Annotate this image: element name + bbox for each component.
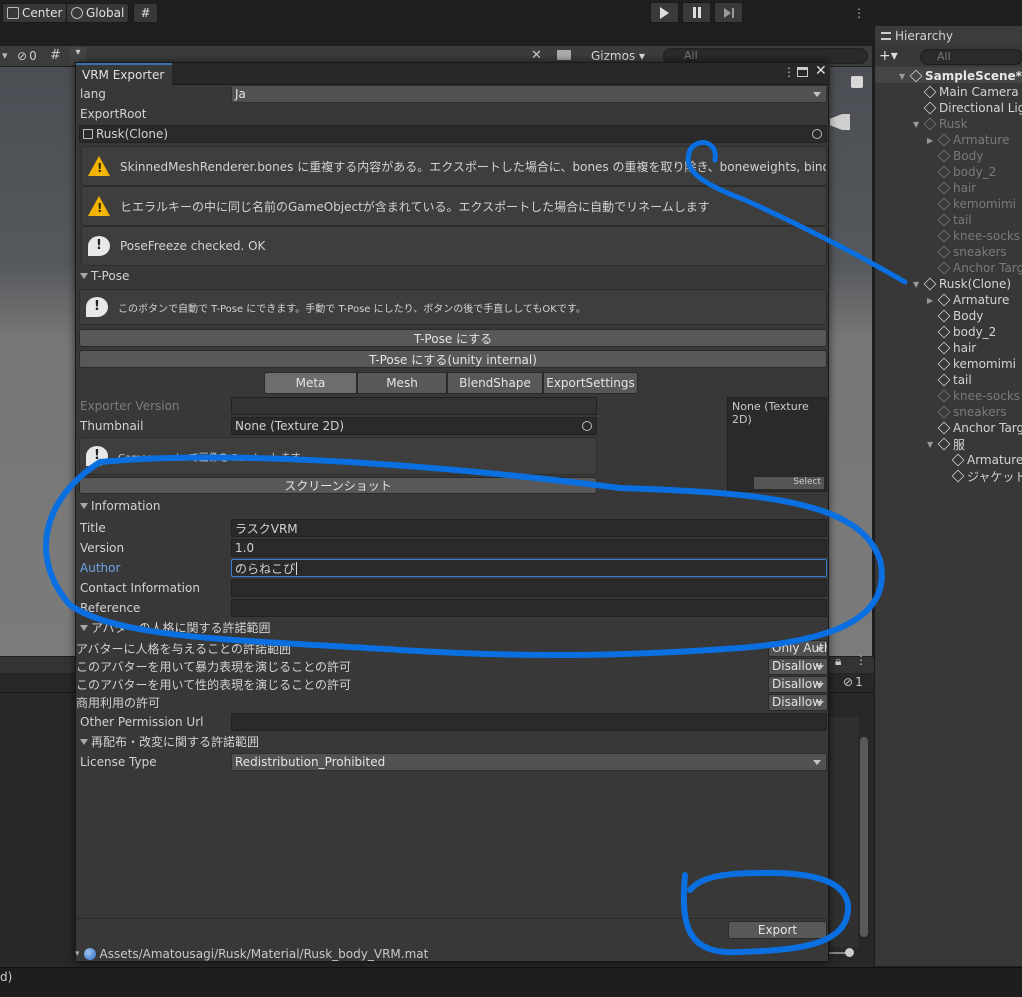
annotation-arrow-stroke	[685, 140, 908, 285]
annotation-ellipse-export	[680, 869, 852, 956]
annotation-ellipse-info	[43, 454, 885, 658]
annotation-overlay	[43, 140, 908, 956]
